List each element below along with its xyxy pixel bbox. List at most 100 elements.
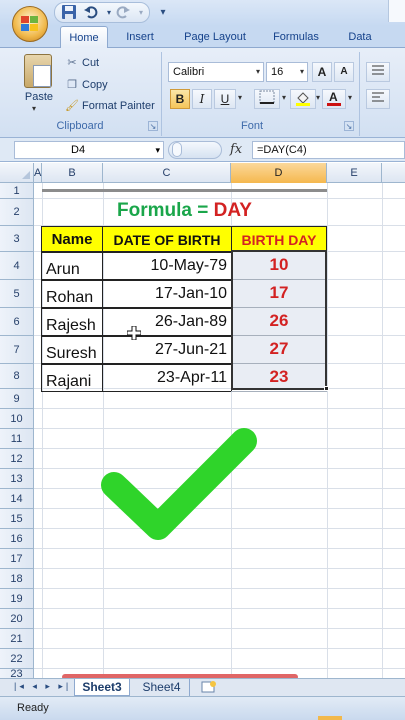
row-header-9[interactable]: 9	[0, 389, 34, 409]
column-header-a[interactable]: A	[34, 163, 42, 183]
copy-button[interactable]: ❐ Copy	[64, 76, 108, 94]
redo-icon[interactable]	[114, 4, 132, 22]
formula-input[interactable]: =DAY(C4)	[252, 141, 405, 159]
insert-function-button[interactable]: fx	[230, 140, 246, 160]
shrink-font-button[interactable]: A	[334, 62, 354, 82]
align-lines-icon	[372, 65, 384, 75]
cell-name[interactable]: Arun	[41, 252, 103, 280]
paste-icon[interactable]	[24, 54, 52, 88]
tab-page-layout[interactable]: Page Layout	[176, 26, 254, 48]
sheet-nav-icons[interactable]: |◂ ◂ ▸ ▸|	[14, 681, 71, 692]
cell-name[interactable]: Rohan	[41, 280, 103, 308]
font-color-button[interactable]: A	[322, 89, 346, 109]
column-header-d[interactable]: D	[231, 163, 327, 183]
header-date-of-birth[interactable]: DATE OF BIRTH	[102, 226, 232, 252]
chevron-down-icon: ▾	[299, 67, 304, 76]
clipboard-launcher-icon[interactable]: ↘	[148, 121, 158, 131]
borders-button[interactable]	[254, 89, 280, 109]
grid-row-line	[34, 628, 405, 629]
grid-row-line	[34, 588, 405, 589]
grid-row-line	[34, 648, 405, 649]
grow-font-button[interactable]: A	[312, 62, 332, 82]
header-name[interactable]: Name	[41, 226, 103, 252]
row-header-2[interactable]: 2	[0, 199, 34, 226]
row-header-15[interactable]: 15	[0, 509, 34, 529]
row-header-7[interactable]: 7	[0, 336, 34, 364]
align-top-button[interactable]	[366, 62, 390, 82]
font-size-select[interactable]: 16 ▾	[266, 62, 308, 82]
row-header-13[interactable]: 13	[0, 469, 34, 489]
align-left-button[interactable]	[366, 89, 390, 109]
customize-qat-icon[interactable]: ▾	[154, 4, 172, 22]
name-box[interactable]: D4 ▾	[14, 141, 164, 159]
row-header-14[interactable]: 14	[0, 489, 34, 509]
cell-date-of-birth[interactable]: 17-Jan-10	[102, 280, 232, 308]
row-header-8[interactable]: 8	[0, 364, 34, 389]
sheet-tab-sheet3[interactable]: Sheet3	[74, 679, 130, 696]
name-box-value: D4	[71, 144, 86, 156]
insert-sheet-icon[interactable]	[200, 680, 218, 694]
row-header-11[interactable]: 11	[0, 429, 34, 449]
paste-button-label[interactable]: Paste	[22, 91, 56, 103]
cell-name[interactable]: Rajani	[41, 364, 103, 392]
row-header-18[interactable]: 18	[0, 569, 34, 589]
copy-icon: ❐	[67, 79, 77, 91]
row-header-6[interactable]: 6	[0, 308, 34, 336]
status-indicator	[318, 716, 342, 720]
row-header-20[interactable]: 20	[0, 609, 34, 629]
redo-dropdown-icon[interactable]: ▾	[132, 4, 150, 22]
row-header-1[interactable]: 1	[0, 183, 34, 199]
font-name-select[interactable]: Calibri ▾	[168, 62, 264, 82]
row-header-12[interactable]: 12	[0, 449, 34, 469]
format-painter-button[interactable]: 🖌 Format Painter	[64, 97, 155, 115]
tab-formulas[interactable]: Formulas	[264, 26, 328, 48]
tab-insert[interactable]: Insert	[118, 26, 162, 48]
row-header-4[interactable]: 4	[0, 252, 34, 280]
window-edge	[388, 0, 405, 22]
undo-icon[interactable]	[82, 4, 100, 22]
cell-date-of-birth[interactable]: 10-May-79	[102, 252, 232, 280]
svg-text:A: A	[329, 90, 338, 104]
select-all-button[interactable]	[0, 163, 34, 183]
grid-column-line	[327, 183, 328, 679]
borders-dropdown-icon[interactable]: ▾	[282, 93, 286, 102]
font-color-dropdown-icon[interactable]: ▾	[348, 93, 352, 102]
row-header-17[interactable]: 17	[0, 549, 34, 569]
cell-date-of-birth[interactable]: 26-Jan-89	[102, 308, 232, 336]
row-header-16[interactable]: 16	[0, 529, 34, 549]
paste-dropdown-icon[interactable]: ▾	[32, 104, 36, 113]
underline-dropdown-icon[interactable]: ▾	[238, 93, 242, 102]
chevron-down-icon: ▾	[255, 67, 260, 76]
row-header-3[interactable]: 3	[0, 226, 34, 252]
save-icon[interactable]	[60, 4, 78, 22]
resize-handle-icon[interactable]	[172, 142, 182, 157]
row-header-21[interactable]: 21	[0, 629, 34, 649]
tab-data[interactable]: Data	[340, 26, 380, 48]
cell-name[interactable]: Suresh	[41, 336, 103, 364]
row-header-19[interactable]: 19	[0, 589, 34, 609]
row-header-22[interactable]: 22	[0, 649, 34, 669]
row-header-10[interactable]: 10	[0, 409, 34, 429]
cut-button[interactable]: ✂ Cut	[64, 54, 99, 72]
font-color-icon: A	[327, 90, 341, 106]
fill-color-button[interactable]	[290, 89, 316, 109]
underline-button[interactable]: U	[214, 89, 236, 109]
column-header-c[interactable]: C	[103, 163, 231, 183]
cell-name[interactable]: Rajesh	[41, 308, 103, 336]
bold-button[interactable]: B	[170, 89, 190, 109]
sheet-tab-sheet4[interactable]: Sheet4	[134, 679, 190, 696]
font-size-value: 16	[271, 66, 284, 78]
font-launcher-icon[interactable]: ↘	[344, 121, 354, 131]
cell-date-of-birth[interactable]: 27-Jun-21	[102, 336, 232, 364]
column-header-e[interactable]: E	[327, 163, 382, 183]
fill-handle[interactable]	[324, 386, 329, 391]
cell-date-of-birth[interactable]: 23-Apr-11	[102, 364, 232, 392]
group-divider	[161, 52, 162, 136]
column-header-b[interactable]: B	[42, 163, 103, 183]
tab-home[interactable]: Home	[60, 26, 108, 49]
italic-button[interactable]: I	[192, 89, 212, 109]
fill-dropdown-icon[interactable]: ▾	[316, 93, 320, 102]
row-header-5[interactable]: 5	[0, 280, 34, 308]
header-birth-day[interactable]: BIRTH DAY	[231, 226, 327, 252]
office-button[interactable]	[12, 6, 48, 42]
